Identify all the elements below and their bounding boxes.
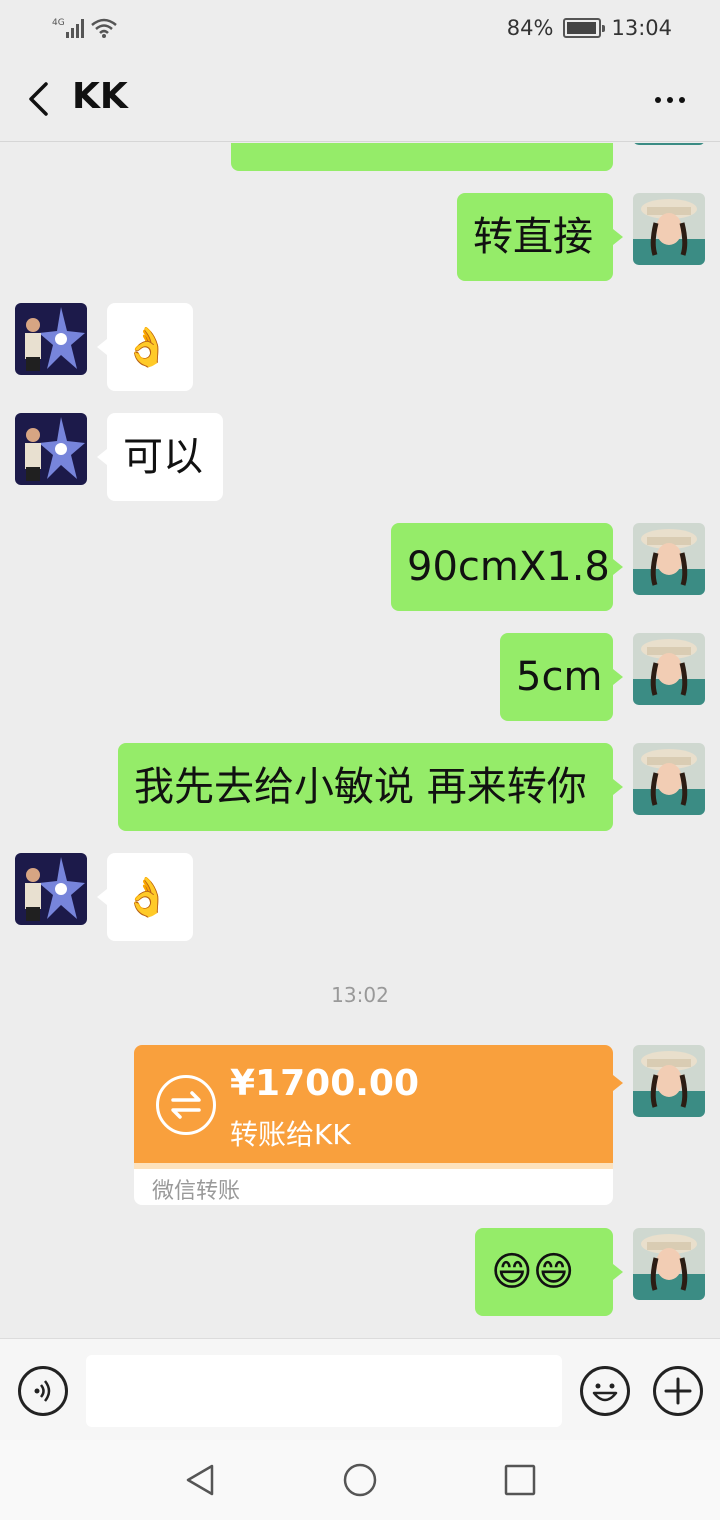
message-row: 5cm <box>0 633 720 721</box>
my-avatar-image <box>633 523 705 595</box>
my-avatar[interactable] <box>633 523 705 595</box>
my-avatar-image <box>633 743 705 815</box>
transfer-recipient: 转账给KK <box>230 1118 351 1151</box>
contact-avatar[interactable] <box>15 413 87 485</box>
my-avatar-image <box>633 1045 705 1117</box>
message-row: 可以 <box>0 413 720 501</box>
message-row: 90cmX1.8 <box>0 523 720 611</box>
voice-icon <box>34 1380 51 1402</box>
input-bar <box>0 1338 720 1440</box>
my-avatar[interactable] <box>633 143 705 145</box>
system-navigation-bar <box>0 1440 720 1520</box>
my-avatar-image <box>633 633 705 705</box>
battery-icon <box>563 18 606 38</box>
my-avatar[interactable] <box>633 1228 705 1300</box>
clock: 13:04 <box>611 16 672 40</box>
transfer-card-divider <box>134 1163 613 1169</box>
message-bubble[interactable]: 90cmX1.8 <box>391 523 623 611</box>
chat-header: KK <box>0 56 720 142</box>
chevron-left-icon <box>29 82 48 116</box>
message-bubble[interactable]: 👌 <box>97 853 193 941</box>
my-avatar-image <box>633 143 705 145</box>
message-row: 我先去给小敏说 再来转你 <box>0 743 720 831</box>
contact-avatar-image <box>15 853 87 925</box>
voice-input-button[interactable] <box>18 1366 68 1416</box>
message-row-partial <box>0 143 720 171</box>
contact-avatar-image <box>15 303 87 375</box>
cellular-signal-icon: 4G <box>52 18 84 38</box>
message-row: 转直接 <box>0 193 720 281</box>
message-bubble[interactable]: 转直接 <box>457 193 623 281</box>
more-options-button[interactable] <box>646 80 694 120</box>
my-avatar[interactable] <box>633 193 705 265</box>
transfer-icon <box>156 1075 216 1135</box>
system-back-button[interactable] <box>180 1460 220 1500</box>
message-row: 👌 <box>0 303 720 391</box>
message-bubble[interactable]: 我先去给小敏说 再来转你 <box>118 743 623 831</box>
message-row-transfer: ¥1700.00 转账给KK 微信转账 <box>0 1045 720 1207</box>
message-input[interactable] <box>86 1355 562 1427</box>
contact-avatar-image <box>15 413 87 485</box>
square-recents-icon <box>504 1464 536 1496</box>
transfer-card[interactable]: ¥1700.00 转账给KK 微信转账 <box>134 1045 613 1205</box>
my-avatar[interactable] <box>633 1045 705 1117</box>
emoji-icon <box>592 1383 618 1402</box>
transfer-amount: ¥1700.00 <box>230 1063 420 1104</box>
my-avatar-image <box>633 193 705 265</box>
more-dot-icon <box>679 97 685 103</box>
my-avatar[interactable] <box>633 633 705 705</box>
more-dot-icon <box>655 97 661 103</box>
circle-home-icon <box>343 1463 377 1497</box>
message-bubble-partial[interactable] <box>231 143 613 171</box>
message-timestamp: 13:02 <box>331 983 389 1007</box>
contact-avatar[interactable] <box>15 853 87 925</box>
system-recents-button[interactable] <box>500 1460 540 1500</box>
svg-text:4G: 4G <box>52 18 65 28</box>
contact-name: KK <box>72 76 128 117</box>
more-features-button[interactable] <box>653 1366 703 1416</box>
transfer-footer-label: 微信转账 <box>152 1179 241 1204</box>
message-bubble[interactable]: 😄😄 <box>475 1228 623 1316</box>
message-bubble[interactable]: 👌 <box>97 303 193 391</box>
transfer-card-pointer <box>613 1075 623 1091</box>
message-list[interactable]: 转直接 👌 可以 90cmX1.8 5cm 我先去给小敏说 再来转你 👌 13:… <box>0 143 720 1338</box>
more-dot-icon <box>667 97 673 103</box>
triangle-back-icon <box>186 1464 214 1496</box>
system-home-button[interactable] <box>340 1460 380 1500</box>
back-button[interactable] <box>16 74 60 124</box>
battery-percent: 84% <box>506 16 554 40</box>
message-row: 😄😄 <box>0 1228 720 1316</box>
message-bubble[interactable]: 5cm <box>500 633 623 721</box>
my-avatar-image <box>633 1228 705 1300</box>
my-avatar[interactable] <box>633 743 705 815</box>
contact-avatar[interactable] <box>15 303 87 375</box>
status-bar: 4G 84% 13:04 <box>0 0 720 56</box>
emoji-button[interactable] <box>580 1366 630 1416</box>
plus-icon <box>664 1377 692 1405</box>
message-bubble[interactable]: 可以 <box>97 413 223 501</box>
message-row: 👌 <box>0 853 720 941</box>
wifi-icon <box>91 18 117 38</box>
